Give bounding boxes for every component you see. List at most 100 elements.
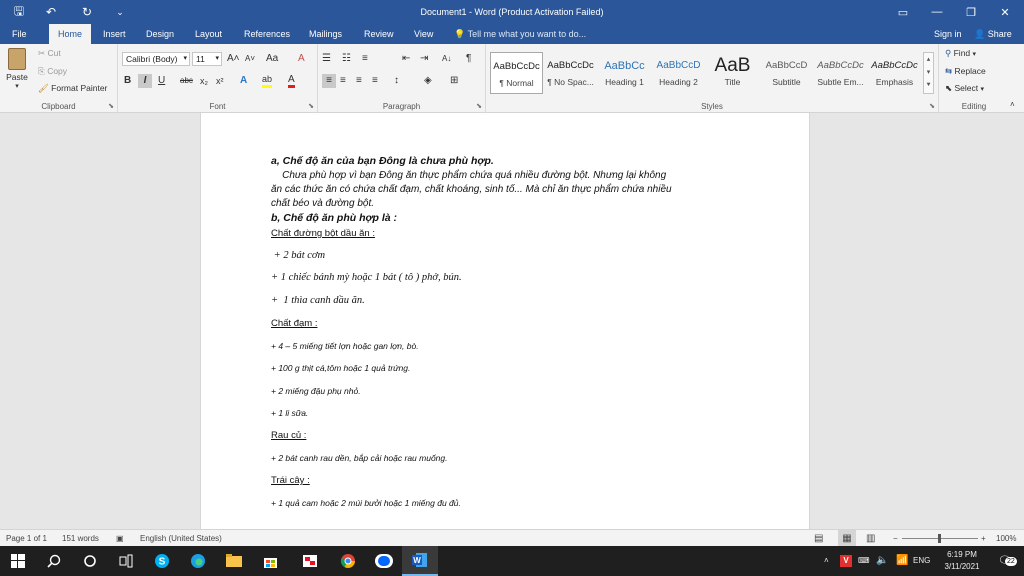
word-count[interactable]: 151 words <box>62 530 99 547</box>
font-launcher-icon[interactable]: ⬊ <box>308 102 314 110</box>
show-hidden-icons[interactable]: ˄ <box>824 546 829 576</box>
clock[interactable]: 6:19 PM 3/11/2021 <box>936 546 988 576</box>
minimize-button[interactable]: — <box>920 0 954 24</box>
taskbar-word[interactable]: W <box>402 546 438 576</box>
input-method-icon[interactable]: ⌨ <box>858 546 870 576</box>
paragraph-launcher-icon[interactable]: ⬊ <box>476 102 482 110</box>
font-color-icon[interactable]: A <box>288 74 295 88</box>
tab-design[interactable]: Design <box>140 24 180 44</box>
tab-view[interactable]: View <box>408 24 439 44</box>
sign-in-link[interactable]: Sign in <box>934 24 962 44</box>
restore-button[interactable]: ❐ <box>954 0 988 24</box>
undo-icon[interactable]: ↶ <box>40 0 62 24</box>
font-size-box[interactable]: 11 ▾ <box>192 52 222 66</box>
share-button[interactable]: 👤 Share <box>974 24 1012 44</box>
pilcrow-icon[interactable]: ¶ <box>466 52 471 66</box>
print-layout-icon[interactable]: ▦ <box>838 530 856 547</box>
taskbar-zalo[interactable] <box>366 546 402 576</box>
language-indicator[interactable]: English (United States) <box>140 530 222 547</box>
taskbar-store[interactable] <box>252 546 288 576</box>
document-workspace[interactable]: a, Chế độ ăn của bạn Đông là chưa phù hợ… <box>0 113 1024 529</box>
font-name-box[interactable]: Calibri (Body) ▾ <box>122 52 190 66</box>
subscript-button[interactable]: x₂ <box>200 74 208 88</box>
notifications-button[interactable]: 🗨 22 <box>992 546 1018 576</box>
bullets-icon[interactable]: ☰ <box>322 52 331 66</box>
align-center-icon[interactable]: ≡ <box>340 74 346 88</box>
taskbar-skype[interactable]: S <box>144 546 180 576</box>
close-button[interactable]: ✕ <box>988 0 1022 24</box>
style-subtitle[interactable]: AaBbCcD Subtitle <box>760 52 813 94</box>
increase-indent-icon[interactable]: ⇥ <box>420 52 428 66</box>
superscript-button[interactable]: x² <box>216 74 224 88</box>
tab-file[interactable]: File <box>6 24 33 44</box>
taskbar-file-explorer[interactable] <box>216 546 252 576</box>
find-button[interactable]: ⚲ Find ▾ <box>945 48 976 59</box>
style-no-spacing[interactable]: AaBbCcDc ¶ No Spac... <box>544 52 597 94</box>
search-button[interactable] <box>36 546 72 576</box>
style-emphasis[interactable]: AaBbCcDc Emphasis <box>868 52 921 94</box>
borders-icon[interactable]: ⊞ <box>450 74 458 88</box>
style-heading-2[interactable]: AaBbCcD Heading 2 <box>652 52 705 94</box>
volume-icon[interactable]: 🔈 <box>876 546 888 576</box>
shading-icon[interactable]: ◈ <box>424 74 432 88</box>
style-normal[interactable]: AaBbCcDc ¶ Normal <box>490 52 543 94</box>
tab-references[interactable]: References <box>238 24 296 44</box>
change-case-icon[interactable]: Aa <box>266 52 278 66</box>
paste-button[interactable]: Paste ▾ <box>4 48 30 90</box>
bold-button[interactable]: B <box>124 74 131 88</box>
zoom-slider-thumb[interactable] <box>938 534 941 543</box>
tab-review[interactable]: Review <box>358 24 400 44</box>
style-title[interactable]: AaB Title <box>706 52 759 94</box>
italic-button[interactable]: I <box>138 74 152 88</box>
format-painter-button[interactable]: 🖌 Format Painter <box>38 83 107 94</box>
highlight-icon[interactable]: ab <box>262 74 273 88</box>
styles-launcher-icon[interactable]: ⬊ <box>929 102 935 110</box>
grow-font-icon[interactable]: A˄ <box>227 52 240 66</box>
styles-gallery-scroll[interactable]: ▴ ▾ ⯆ <box>923 52 934 94</box>
select-button[interactable]: ⬉ Select ▾ <box>945 83 984 94</box>
document-page[interactable]: a, Chế độ ăn của bạn Đông là chưa phù hợ… <box>200 113 810 529</box>
redo-icon[interactable]: ↻ <box>76 0 98 24</box>
ribbon-display-options-icon[interactable]: ▭ <box>886 0 920 24</box>
collapse-ribbon-icon[interactable]: ˄ <box>1010 100 1015 109</box>
taskbar-chrome[interactable] <box>330 546 366 576</box>
taskbar-snipping-tool[interactable] <box>292 546 328 576</box>
strikethrough-button[interactable]: abc <box>180 74 193 88</box>
customize-quick-access-icon[interactable]: ⌄ <box>110 0 130 24</box>
decrease-indent-icon[interactable]: ⇤ <box>402 52 410 66</box>
text-effects-icon[interactable]: A <box>240 74 247 88</box>
line-spacing-icon[interactable]: ↕ <box>394 74 399 88</box>
cut-button[interactable]: ✂ Cut <box>38 48 61 59</box>
tab-home[interactable]: Home <box>49 24 91 44</box>
tab-insert[interactable]: Insert <box>97 24 132 44</box>
keyboard-language[interactable]: ENG <box>913 546 930 576</box>
tab-mailings[interactable]: Mailings <box>303 24 348 44</box>
clear-formatting-icon[interactable]: A <box>298 52 305 66</box>
copy-button[interactable]: ⎘ Copy <box>38 66 67 77</box>
taskbar-edge[interactable] <box>180 546 216 576</box>
style-heading-1[interactable]: AaBbCc Heading 1 <box>598 52 651 94</box>
tell-me-box[interactable]: 💡 Tell me what you want to do... <box>454 24 586 44</box>
zoom-in-icon[interactable]: + <box>981 530 986 547</box>
web-layout-icon[interactable]: ▥ <box>866 530 875 547</box>
shrink-font-icon[interactable]: A˅ <box>245 52 255 66</box>
proofing-icon[interactable]: ▣ <box>116 530 124 547</box>
justify-icon[interactable]: ≡ <box>372 74 378 88</box>
task-view-button[interactable] <box>108 546 144 576</box>
clipboard-launcher-icon[interactable]: ⬊ <box>108 102 114 110</box>
numbering-icon[interactable]: ☷ <box>342 52 351 66</box>
underline-button[interactable]: U <box>158 74 165 88</box>
cortana-button[interactable] <box>72 546 108 576</box>
page-count[interactable]: Page 1 of 1 <box>6 530 47 547</box>
read-mode-icon[interactable]: ▤ <box>814 530 823 547</box>
replace-button[interactable]: ⇆ Replace <box>945 66 986 77</box>
multilevel-list-icon[interactable]: ≡ <box>362 52 368 66</box>
sort-icon[interactable]: A↓ <box>442 52 451 66</box>
style-subtle-emphasis[interactable]: AaBbCcDc Subtle Em... <box>814 52 867 94</box>
tab-layout[interactable]: Layout <box>189 24 228 44</box>
align-left-icon[interactable]: ≡ <box>322 74 336 88</box>
save-icon[interactable]: 🖫 <box>8 0 30 24</box>
zoom-slider[interactable] <box>902 530 978 547</box>
zoom-level[interactable]: 100% <box>996 530 1016 547</box>
align-right-icon[interactable]: ≡ <box>356 74 362 88</box>
